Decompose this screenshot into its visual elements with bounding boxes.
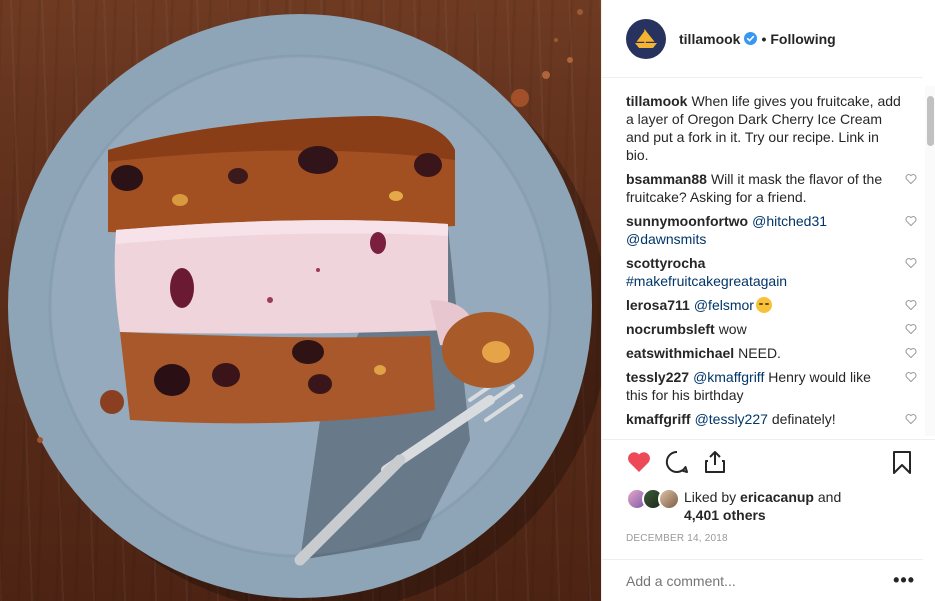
instagram-post: tillamook • Following tillamook When life… [0, 0, 935, 601]
comment-like-icon[interactable] [905, 257, 917, 269]
post-header: tillamook • Following [602, 0, 923, 78]
comment-item: sunnymoonfortwo @hitched31 @dawnsmits [626, 212, 917, 248]
comment-like-icon[interactable] [905, 347, 917, 359]
comment-item: tessly227 @kmaffgriff Henry would like th… [626, 368, 917, 404]
comment-text: NEED. [738, 345, 781, 361]
comment-text: definately! [771, 411, 836, 427]
comment-text: wow [718, 321, 747, 337]
comment-username[interactable]: lerosa711 [626, 297, 690, 313]
comment-like-icon[interactable] [905, 323, 917, 335]
comment-mention[interactable]: @felsmor [694, 297, 754, 313]
comment-mention[interactable]: @kmaffgriff [693, 369, 764, 385]
comment-item: nocrumbsleft wow [626, 320, 917, 338]
comment-username[interactable]: eatswithmichael [626, 345, 734, 361]
liked-by-text: Liked by ericacanup and 4,401 others [684, 488, 841, 524]
liked-by-prefix: Liked by [684, 489, 737, 505]
post-date[interactable]: DECEMBER 14, 2018 [602, 532, 923, 560]
avatar [658, 488, 680, 510]
likes-count[interactable]: 4,401 others [684, 507, 766, 523]
scrollbar-thumb[interactable] [927, 96, 934, 146]
comments-list[interactable]: tillamook When life gives you fruitcake, … [602, 78, 935, 440]
smirk-emoji-icon [755, 297, 772, 313]
comment-like-icon[interactable] [905, 173, 917, 185]
comment-item: kmaffgriff @tessly227 definately! [626, 410, 917, 428]
action-bar [602, 440, 935, 484]
comment-username[interactable]: scottyrocha [626, 255, 705, 271]
comment-item: scottyrocha #makefruitcakegreatagain [626, 254, 917, 290]
post-username[interactable]: tillamook [679, 31, 740, 47]
verified-icon [744, 32, 758, 45]
caption: tillamook When life gives you fruitcake, … [626, 92, 917, 164]
comments-scrollbar[interactable] [925, 86, 935, 436]
comment-mention[interactable]: @tessly227 [695, 411, 768, 427]
tillamook-ship-logo-icon [635, 28, 657, 48]
comment-like-icon[interactable] [905, 215, 917, 227]
comment-item: bsamman88 Will it mask the flavor of the … [626, 170, 917, 206]
liked-by-user[interactable]: ericacanup [740, 489, 814, 505]
bookmark-icon[interactable] [889, 449, 915, 475]
liker-avatars[interactable] [626, 488, 686, 510]
comment-icon[interactable] [664, 449, 690, 475]
caption-username[interactable]: tillamook [626, 93, 687, 109]
comment-like-icon[interactable] [905, 371, 917, 383]
post-photo[interactable] [0, 0, 601, 601]
comment-username[interactable]: kmaffgriff [626, 411, 691, 427]
comment-username[interactable]: sunnymoonfortwo [626, 213, 748, 229]
comment-item: lerosa711 @felsmor [626, 296, 917, 314]
liked-by-and: and [817, 489, 842, 505]
comment-like-icon[interactable] [905, 299, 917, 311]
comment-username[interactable]: nocrumbsleft [626, 321, 715, 337]
likes-summary: Liked by ericacanup and 4,401 others [602, 484, 935, 532]
comment-username[interactable]: tessly227 [626, 369, 689, 385]
share-icon[interactable] [702, 449, 728, 475]
add-comment-bar: ••• [602, 560, 935, 601]
comment-username[interactable]: bsamman88 [626, 171, 707, 187]
comment-like-icon[interactable] [905, 413, 917, 425]
heart-filled-icon[interactable] [626, 449, 652, 475]
comment-item: eatswithmichael NEED. [626, 344, 917, 362]
post-details-panel: tillamook • Following tillamook When life… [601, 0, 935, 601]
fruitcake-illustration [8, 9, 601, 601]
add-comment-input[interactable] [626, 572, 894, 589]
comment-hashtag[interactable]: #makefruitcakegreatagain [626, 273, 787, 289]
avatar[interactable] [626, 18, 666, 59]
following-button[interactable]: Following [770, 31, 835, 47]
separator-dot: • [761, 30, 767, 47]
ellipsis-icon[interactable]: ••• [893, 570, 915, 591]
